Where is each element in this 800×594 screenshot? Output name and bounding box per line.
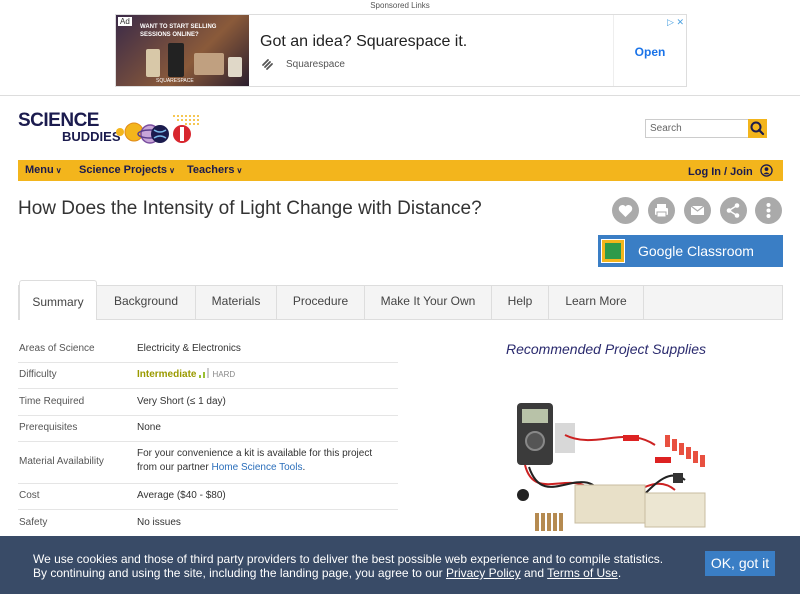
- more-options-button[interactable]: [755, 197, 782, 224]
- ad-image-subtext: SQUARESPACE: [156, 78, 194, 84]
- nav-science-projects[interactable]: Science Projects ∨: [79, 164, 175, 176]
- ad-image[interactable]: Ad WANT TO START SELLING SESSIONS ONLINE…: [116, 15, 249, 86]
- material-period: .: [302, 462, 306, 473]
- google-classroom-icon: [601, 239, 625, 263]
- cookie-end: .: [617, 566, 622, 580]
- prereq-value: None: [137, 422, 161, 433]
- time-label: Time Required: [19, 396, 85, 407]
- ad-tag: Ad: [118, 17, 132, 26]
- tab-learn-more[interactable]: Learn More: [549, 286, 644, 319]
- ad-image-text: WANT TO START SELLING SESSIONS ONLINE?: [140, 24, 217, 38]
- difficulty-bars-icon: [199, 368, 210, 378]
- cookie-text: We use cookies and those of third party …: [33, 552, 663, 580]
- nav-teachers-label: Teachers: [187, 164, 235, 176]
- tab-background[interactable]: Background: [97, 286, 196, 319]
- tab-help[interactable]: Help: [492, 286, 549, 319]
- tab-summary[interactable]: Summary: [19, 280, 97, 320]
- material-text-2: from our partner: [137, 462, 209, 473]
- info-row-difficulty: Difficulty Intermediate HARD: [18, 362, 398, 389]
- squarespace-logo-icon: [262, 59, 273, 70]
- sponsored-label: Sponsored Links: [370, 1, 430, 10]
- share-button[interactable]: [720, 197, 747, 224]
- info-row-prerequisites: Prerequisites None: [18, 415, 398, 442]
- cookie-line-2: By continuing and using the site, includ…: [33, 566, 443, 580]
- cookie-line-1: We use cookies and those of third party …: [33, 552, 664, 566]
- ad-open-button[interactable]: Open: [614, 45, 686, 59]
- info-row-time: Time Required Very Short (≤ 1 day): [18, 388, 398, 416]
- ad-product-3: [194, 53, 224, 75]
- ad-product-4: [228, 57, 242, 77]
- home-science-tools-link[interactable]: Home Science Tools: [211, 462, 302, 473]
- areas-label: Areas of Science: [19, 343, 95, 354]
- search-input[interactable]: Search: [645, 119, 757, 138]
- terms-of-use-link[interactable]: Terms of Use: [547, 566, 618, 580]
- areas-link[interactable]: Electricity & Electronics: [137, 342, 241, 356]
- ad-product-1: [146, 49, 160, 77]
- chevron-down-icon: ∨: [55, 166, 62, 175]
- recommended-supplies-heading: Recommended Project Supplies: [506, 341, 706, 357]
- more-vertical-icon: [766, 203, 771, 218]
- cost-value: Average ($40 - $80): [137, 490, 226, 501]
- google-classroom-button[interactable]: Google Classroom: [598, 235, 783, 267]
- header-divider: [0, 95, 800, 96]
- search-icon: [750, 121, 765, 136]
- nav-projects-label: Science Projects: [79, 164, 168, 176]
- tab-procedure[interactable]: Procedure: [277, 286, 365, 319]
- material-label: Material Availability: [19, 456, 104, 467]
- page-title: How Does the Intensity of Light Change w…: [18, 198, 482, 219]
- advertisement[interactable]: Ad WANT TO START SELLING SESSIONS ONLINE…: [115, 14, 687, 87]
- material-text-1: For your convenience a kit is available …: [137, 448, 373, 459]
- cookie-banner: We use cookies and those of third party …: [0, 536, 800, 594]
- nav-menu[interactable]: Menu ∨: [25, 164, 62, 176]
- favorite-button[interactable]: [612, 197, 639, 224]
- print-icon: [655, 204, 668, 218]
- info-row-cost: Cost Average ($40 - $80): [18, 483, 398, 510]
- tab-materials[interactable]: Materials: [196, 286, 277, 319]
- tab-make-it-your-own[interactable]: Make It Your Own: [365, 286, 492, 319]
- logo-text-science: SCIENCE: [18, 110, 99, 131]
- user-icon: [760, 164, 773, 177]
- difficulty-hard: HARD: [212, 370, 236, 379]
- info-row-safety: Safety No issues: [18, 509, 398, 535]
- ad-product-2: [168, 43, 184, 77]
- chevron-down-icon: ∨: [169, 166, 175, 175]
- cookie-ok-button[interactable]: OK, got it: [705, 551, 775, 576]
- heart-icon: [618, 205, 633, 217]
- google-classroom-label: Google Classroom: [638, 243, 754, 259]
- privacy-policy-link[interactable]: Privacy Policy: [446, 566, 521, 580]
- ad-brand: Squarespace: [286, 59, 345, 70]
- search-button[interactable]: [748, 119, 767, 138]
- cookie-and: and: [524, 566, 545, 580]
- nav-teachers[interactable]: Teachers ∨: [187, 164, 242, 176]
- email-button[interactable]: [684, 197, 711, 224]
- safety-value: No issues: [137, 517, 181, 528]
- time-value: Very Short (≤ 1 day): [137, 396, 226, 407]
- cost-label: Cost: [19, 490, 40, 501]
- material-value: For your convenience a kit is available …: [137, 447, 392, 475]
- kit-product-image[interactable]: [505, 395, 720, 545]
- chevron-down-icon: ∨: [236, 166, 243, 175]
- difficulty-level: Intermediate: [137, 369, 197, 380]
- print-button[interactable]: [648, 197, 675, 224]
- logo-text-buddies: BUDDIES: [62, 129, 121, 144]
- info-row-material: Material Availability For your convenien…: [18, 441, 398, 484]
- site-logo[interactable]: SCIENCE BUDDIES: [18, 111, 121, 143]
- nav-login[interactable]: Log In / Join: [688, 164, 773, 178]
- difficulty-value: Intermediate HARD: [137, 368, 235, 382]
- nav-menu-label: Menu: [25, 164, 54, 176]
- ad-headline[interactable]: Got an idea? Squarespace it.: [260, 33, 467, 51]
- difficulty-label: Difficulty: [19, 369, 57, 380]
- ad-close-icon[interactable]: ▷ ✕: [667, 17, 684, 28]
- logo-planets-icon: [116, 115, 199, 144]
- envelope-icon: [690, 205, 705, 215]
- tab-bar: Summary Background Materials Procedure M…: [18, 280, 783, 320]
- prereq-label: Prerequisites: [19, 422, 78, 433]
- safety-label: Safety: [19, 517, 48, 528]
- main-nav: Menu ∨ Science Projects ∨ Teachers ∨ Log In…: [18, 160, 783, 181]
- share-icon: [726, 203, 740, 218]
- nav-login-label: Log In / Join: [688, 166, 753, 178]
- info-row-areas: Areas of Science Electricity & Electroni…: [18, 336, 398, 363]
